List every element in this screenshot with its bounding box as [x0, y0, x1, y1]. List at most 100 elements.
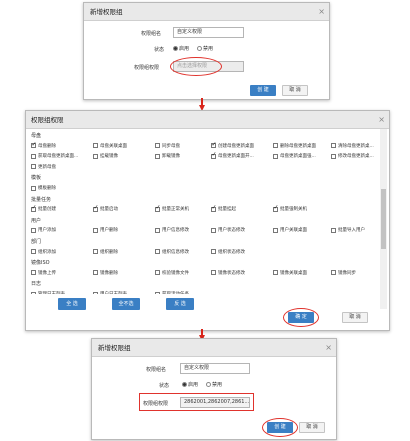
- permission-label: 批量启动: [100, 207, 118, 213]
- checkbox-unchecked-icon: [93, 249, 98, 255]
- cancel-button[interactable]: 取 消: [342, 312, 368, 323]
- permission-label: 更新母盘: [38, 164, 56, 170]
- checkbox-unchecked-icon: [273, 153, 278, 159]
- permission-label: 校验镜像文件: [162, 270, 189, 276]
- checkbox-unchecked-icon: [93, 270, 98, 276]
- permission-checkbox[interactable]: 获取活动任务: [155, 291, 189, 294]
- permission-label: 用户添加: [38, 228, 56, 234]
- permission-checkbox[interactable]: 镜像状态修改: [211, 270, 245, 277]
- status-enabled-radio[interactable]: 启用: [173, 45, 189, 52]
- permission-label: 用户状态修改: [218, 228, 245, 234]
- permission-label: 批量正常关机: [162, 207, 189, 213]
- permission-checkbox[interactable]: 母盘关联桌面: [93, 143, 127, 150]
- permission-checkbox[interactable]: 修改母盘更新桌...: [331, 153, 374, 160]
- permission-checkbox[interactable]: 用户状态修改: [211, 227, 245, 234]
- checkbox-checked-icon: [31, 141, 37, 149]
- permission-label: 批量强制关机: [280, 207, 307, 213]
- permission-checkbox[interactable]: 母盘更新桌面强...: [273, 153, 316, 160]
- permission-checkbox[interactable]: 清除母盘更新桌...: [331, 143, 374, 150]
- select-all-button[interactable]: 全 选: [58, 298, 86, 310]
- permission-checkbox[interactable]: 模板删除: [31, 185, 56, 192]
- permission-checkbox[interactable]: 批量强制关机: [273, 204, 307, 213]
- select-none-button[interactable]: 全不选: [112, 298, 140, 310]
- close-icon[interactable]: ×: [378, 111, 385, 129]
- permission-checkbox[interactable]: 用户关联桌面: [273, 227, 307, 234]
- checkbox-unchecked-icon: [155, 270, 160, 276]
- permission-section-header: 用户: [31, 217, 42, 224]
- status-enabled-text: 启用: [179, 46, 190, 52]
- permission-label: 镜像上传: [38, 270, 56, 276]
- permission-label: 母盘更新桌面开...: [218, 154, 254, 160]
- permission-checkbox[interactable]: 组织删除: [93, 249, 118, 256]
- permission-label: 用户信息修改: [162, 228, 189, 234]
- permission-checkbox[interactable]: 校验镜像文件: [155, 270, 189, 277]
- checkbox-unchecked-icon: [31, 185, 36, 191]
- checkbox-unchecked-icon: [93, 227, 98, 233]
- permission-label: 组织信息修改: [162, 249, 189, 255]
- checkbox-unchecked-icon: [331, 227, 336, 233]
- permission-label: 获取活动任务: [162, 292, 189, 294]
- permission-checkbox[interactable]: 更新母盘: [31, 164, 56, 171]
- permission-checkbox[interactable]: 获取母盘更新桌面...: [31, 153, 78, 160]
- permission-checkbox[interactable]: 用户日志列表: [93, 291, 127, 294]
- status-disabled-text: 禁用: [203, 46, 214, 52]
- permission-checkbox[interactable]: 用户添加: [31, 227, 56, 234]
- permission-checkbox[interactable]: 组织添加: [31, 249, 56, 256]
- invert-selection-button[interactable]: 反 选: [166, 298, 194, 310]
- radio-selected-icon: [173, 46, 178, 51]
- permission-checkbox[interactable]: 卸载镜像: [155, 153, 180, 160]
- permission-checkbox[interactable]: 镜像删除: [93, 270, 118, 277]
- permission-label: 组织添加: [38, 249, 56, 255]
- status-enabled-radio[interactable]: 启用: [182, 381, 198, 388]
- close-icon[interactable]: ×: [318, 3, 325, 21]
- scrollbar-thumb[interactable]: [381, 189, 386, 249]
- permission-label: 获取母盘更新桌面...: [38, 154, 79, 160]
- checkbox-unchecked-icon: [331, 153, 336, 159]
- permission-checkbox[interactable]: 批量启动: [93, 204, 118, 213]
- permission-checkbox[interactable]: 删除母盘更新桌面: [273, 143, 316, 150]
- permission-checkbox[interactable]: 镜像同步: [331, 270, 356, 277]
- permission-label: 批量创建: [38, 207, 56, 213]
- permission-section-header: 模板: [31, 175, 42, 182]
- group-name-input[interactable]: 自定义权限: [173, 27, 244, 38]
- permission-label: 镜像状态修改: [218, 270, 245, 276]
- cancel-button[interactable]: 取 消: [282, 85, 308, 96]
- status-disabled-radio[interactable]: 禁用: [206, 381, 222, 388]
- permission-checkbox[interactable]: 批量导入用户: [331, 227, 365, 234]
- highlight-box: [139, 393, 254, 411]
- permission-checkbox[interactable]: 母盘更新桌面开...: [211, 151, 254, 160]
- radio-selected-icon: [182, 382, 187, 387]
- checkbox-unchecked-icon: [273, 143, 278, 149]
- permission-checkbox[interactable]: 母盘删除: [31, 141, 56, 150]
- permission-checkbox[interactable]: 创建母盘更新桌面: [211, 141, 254, 150]
- permission-label: 清除母盘更新桌...: [338, 143, 374, 149]
- permission-label: 管理日志列表: [38, 292, 65, 294]
- scrollbar[interactable]: [380, 129, 387, 309]
- permission-checkbox[interactable]: 管理日志列表: [31, 291, 65, 294]
- permission-checkbox[interactable]: 镜像上传: [31, 270, 56, 277]
- permission-checkbox[interactable]: 用户信息修改: [155, 227, 189, 234]
- permission-checkbox[interactable]: 组织信息修改: [155, 249, 189, 256]
- permission-checkbox[interactable]: 批量正常关机: [155, 204, 189, 213]
- checkbox-unchecked-icon: [331, 270, 336, 276]
- group-name-input[interactable]: 自定义权限: [180, 363, 250, 374]
- permission-list: 母盘母盘删除 母盘关联桌面 同步母盘 创建母盘更新桌面 删除母盘更新桌面 清除母盘更新桌.…: [26, 129, 381, 294]
- permission-checkbox[interactable]: 用户删除: [93, 227, 118, 234]
- close-icon[interactable]: ×: [325, 339, 332, 357]
- create-button[interactable]: 创 建: [250, 85, 276, 96]
- status-label: 状态: [154, 47, 165, 53]
- permission-label: 母盘更新桌面强...: [280, 154, 316, 160]
- permission-checkbox[interactable]: 同步母盘: [155, 143, 180, 150]
- permission-checkbox[interactable]: 批量挂起: [211, 204, 236, 213]
- status-label: 状态: [159, 383, 170, 389]
- permission-checkbox[interactable]: 组织状态修改: [211, 249, 245, 256]
- permission-checkbox[interactable]: 批量创建: [31, 204, 56, 213]
- dialog-title: 新增权限组: [84, 3, 329, 21]
- group-perm-label: 权限组权限: [134, 65, 160, 71]
- permission-label: 组织删除: [100, 249, 118, 255]
- permission-checkbox[interactable]: 镜像关联桌面: [273, 270, 307, 277]
- checkbox-unchecked-icon: [211, 270, 216, 276]
- permission-checkbox[interactable]: 挂载镜像: [93, 153, 118, 160]
- status-disabled-radio[interactable]: 禁用: [197, 45, 213, 52]
- cancel-button[interactable]: 取 消: [299, 422, 325, 433]
